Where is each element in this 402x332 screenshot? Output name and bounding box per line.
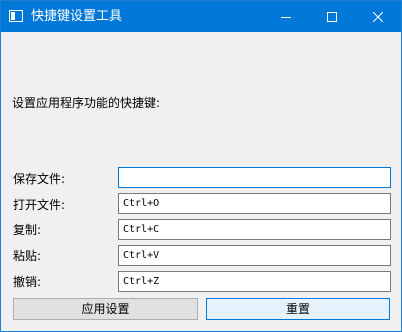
close-icon xyxy=(373,11,383,22)
maximize-button[interactable] xyxy=(309,1,355,32)
apply-settings-button[interactable]: 应用设置 xyxy=(13,298,198,320)
open-file-label: 打开文件: xyxy=(13,198,66,212)
save-file-label: 保存文件: xyxy=(13,172,66,186)
app-window-icon xyxy=(9,10,23,22)
copy-label: 复制: xyxy=(13,223,42,237)
minimize-icon xyxy=(281,16,291,18)
minimize-button[interactable] xyxy=(263,1,309,32)
instruction-label: 设置应用程序功能的快捷键: xyxy=(12,96,161,110)
paste-label: 粘贴: xyxy=(13,249,42,263)
maximize-icon xyxy=(327,11,337,22)
app-window: 快捷键设置工具 设置应用程序功能的快捷键: 保存文件: 打开文件: Ctrl+O… xyxy=(0,0,402,332)
title-bar[interactable]: 快捷键设置工具 xyxy=(1,1,401,32)
undo-shortcut-input[interactable]: Ctrl+Z xyxy=(118,271,391,292)
undo-label: 撤销: xyxy=(13,275,42,289)
window-title: 快捷键设置工具 xyxy=(31,9,123,24)
close-button[interactable] xyxy=(355,1,401,32)
reset-button[interactable]: 重置 xyxy=(206,298,390,320)
paste-shortcut-input[interactable]: Ctrl+V xyxy=(118,245,391,266)
open-file-shortcut-input[interactable]: Ctrl+O xyxy=(118,193,391,214)
copy-shortcut-input[interactable]: Ctrl+C xyxy=(118,219,391,240)
save-file-shortcut-input[interactable] xyxy=(118,167,391,188)
